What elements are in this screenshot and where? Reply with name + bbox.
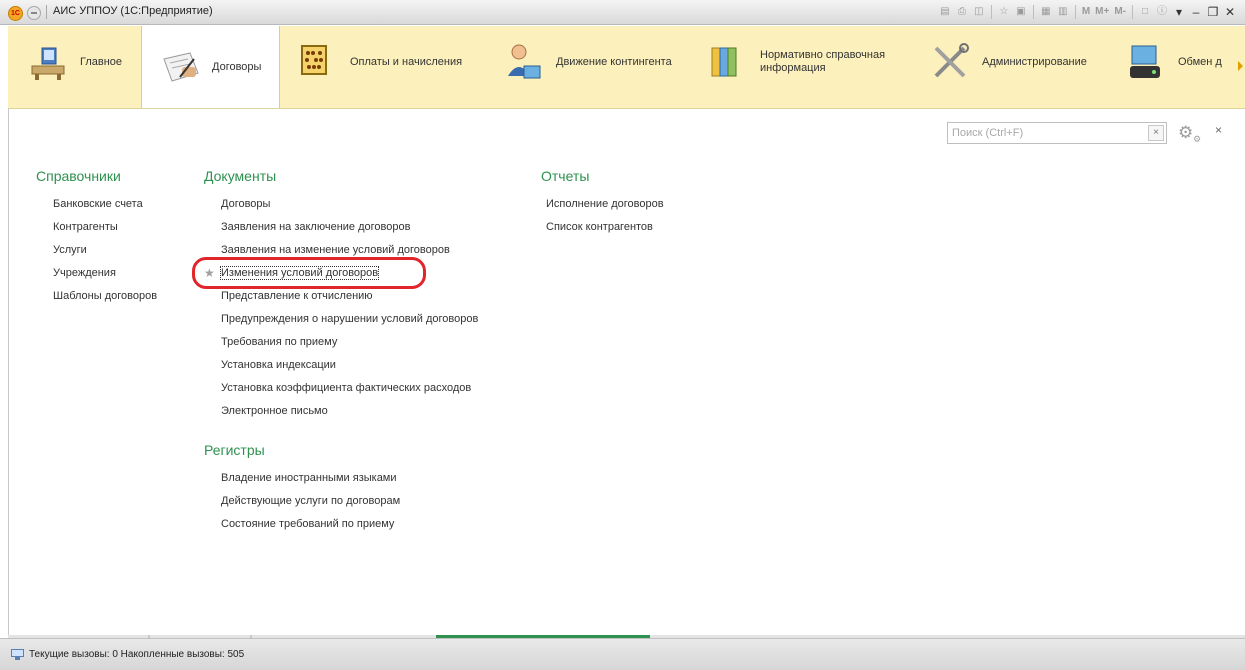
section-label: Договоры	[212, 60, 262, 73]
sections-scroll-right-icon[interactable]	[1238, 61, 1243, 71]
toolbar-separator	[1132, 5, 1133, 19]
catalogs-title: Справочники	[36, 168, 121, 184]
reports-group: Отчеты Исполнение договоров Список контр…	[541, 167, 664, 239]
section-label: Администрирование	[982, 55, 1087, 68]
section-label: Нормативно справочная информация	[760, 49, 886, 74]
list-item[interactable]: Предупреждения о нарушении условий догов…	[221, 308, 478, 331]
abacus-icon	[298, 42, 340, 82]
settings-gear-icon[interactable]: ⚙ ⚙	[1178, 122, 1201, 144]
binders-icon	[708, 42, 750, 82]
catalogs-list: Банковские счета Контрагенты Услуги Учре…	[53, 193, 157, 308]
list-item[interactable]: Исполнение договоров	[546, 193, 664, 216]
titlebar-tools: ▤ ⎙ ◫ ☆ ▣ ▦ ▥ M M+ M- □ ⓘ ▾ – ❐ ✕	[938, 4, 1237, 20]
panel-close-button[interactable]: ×	[1215, 123, 1222, 137]
registers-group: Регистры Владение иностранными языками Д…	[204, 441, 400, 536]
preview-icon[interactable]: ◫	[972, 5, 986, 19]
reports-list: Исполнение договоров Список контрагентов	[546, 193, 664, 239]
app-logo-icon[interactable]: 1С	[8, 6, 23, 21]
section-label: Обмен д	[1178, 55, 1222, 68]
section-nsi[interactable]: Нормативно справочная информация	[708, 38, 890, 86]
section-label: Движение контингента	[556, 55, 672, 68]
favorite-icon[interactable]: ☆	[997, 5, 1011, 19]
registers-title: Регистры	[204, 442, 265, 458]
toolbar-separator	[1032, 5, 1034, 19]
window-titlebar: 1С АИС УППОУ (1С:Предприятие) ▤ ⎙ ◫ ☆ ▣ …	[0, 0, 1245, 25]
section-admin[interactable]: Администрирование	[930, 38, 1087, 86]
list-item[interactable]: Представление к отчислению	[221, 285, 478, 308]
documents-title: Документы	[204, 168, 277, 184]
list-item[interactable]: Банковские счета	[53, 193, 157, 216]
dropdown-icon[interactable]: ▾	[1172, 5, 1186, 19]
memory-plus-button[interactable]: M+	[1094, 5, 1110, 19]
list-item[interactable]: Договоры	[221, 193, 478, 216]
status-text: Текущие вызовы: 0 Накопленные вызовы: 50…	[29, 649, 245, 660]
list-item[interactable]: Установка индексации	[221, 354, 478, 377]
list-item[interactable]: Список контрагентов	[546, 216, 664, 239]
list-item-label: Изменения условий договоров	[219, 266, 380, 280]
exchange-icon	[1126, 42, 1168, 82]
content-border	[8, 108, 9, 635]
toolbar-separator	[1074, 5, 1076, 19]
list-item[interactable]: Владение иностранными языками	[221, 467, 400, 490]
list-item-selected[interactable]: ★ Изменения условий договоров	[204, 262, 478, 285]
list-item[interactable]: Контрагенты	[53, 216, 157, 239]
layout-icon[interactable]: □	[1138, 5, 1152, 19]
list-item[interactable]: Состояние требований по приему	[221, 513, 400, 536]
search-input[interactable]	[948, 123, 1151, 143]
calls-monitor-icon[interactable]	[11, 649, 24, 660]
print-icon[interactable]: ⎙	[955, 5, 969, 19]
favorite-star-icon[interactable]: ★	[204, 262, 215, 285]
memory-minus-button[interactable]: M-	[1113, 5, 1127, 19]
section-contracts[interactable]: Договоры	[141, 26, 280, 108]
tools-icon	[930, 42, 972, 82]
reports-title: Отчеты	[541, 168, 590, 184]
catalogs-group: Справочники Банковские счета Контрагенты…	[36, 167, 157, 308]
toolbar-separator	[990, 5, 992, 19]
main-menu-icon[interactable]	[27, 6, 41, 20]
list-item[interactable]: Электронное письмо	[221, 400, 478, 423]
close-window-icon[interactable]: ✕	[1223, 5, 1237, 19]
memory-m-button[interactable]: M	[1081, 5, 1091, 19]
section-exchange[interactable]: Обмен д	[1126, 38, 1222, 86]
documents-group: Документы Договоры Заявления на заключен…	[204, 167, 478, 423]
person-icon	[504, 42, 546, 82]
section-label: Главное	[80, 55, 123, 68]
list-item[interactable]: Действующие услуги по договорам	[221, 490, 400, 513]
restore-icon[interactable]: ❐	[1206, 5, 1220, 19]
window-title: АИС УППОУ (1С:Предприятие)	[53, 5, 213, 17]
save-icon[interactable]: ▤	[938, 5, 952, 19]
contract-sign-icon	[160, 47, 202, 87]
section-label: Оплаты и начисления	[350, 55, 463, 68]
list-item[interactable]: Установка коэффициента фактических расхо…	[221, 377, 478, 400]
search-box: ×	[947, 122, 1167, 144]
status-bar: Текущие вызовы: 0 Накопленные вызовы: 50…	[0, 638, 1245, 670]
section-payments[interactable]: Оплаты и начисления	[298, 38, 462, 86]
section-main[interactable]: Главное	[28, 38, 122, 86]
list-item[interactable]: Услуги	[53, 239, 157, 262]
section-contingent[interactable]: Движение контингента	[504, 38, 672, 86]
list-item[interactable]: Шаблоны договоров	[53, 285, 157, 308]
minimize-icon[interactable]: –	[1189, 5, 1203, 19]
list-item[interactable]: Учреждения	[53, 262, 157, 285]
list-item[interactable]: Заявления на изменение условий договоров	[221, 239, 478, 262]
search-clear-button[interactable]: ×	[1148, 125, 1164, 141]
calculator-icon[interactable]: ▦	[1039, 5, 1053, 19]
sections-panel: Главное Договоры Оплаты и начисления Дви…	[8, 26, 1245, 109]
documents-list: Договоры Заявления на заключение договор…	[204, 193, 478, 423]
list-item[interactable]: Заявления на заключение договоров	[221, 216, 478, 239]
list-item[interactable]: Требования по приему	[221, 331, 478, 354]
info-icon[interactable]: ⓘ	[1155, 5, 1169, 19]
titlebar-separator	[46, 5, 47, 19]
bookmark-icon[interactable]: ▣	[1014, 5, 1028, 19]
home-desk-icon	[28, 42, 70, 82]
registers-list: Владение иностранными языками Действующи…	[221, 467, 400, 536]
calendar-icon[interactable]: ▥	[1056, 5, 1070, 19]
